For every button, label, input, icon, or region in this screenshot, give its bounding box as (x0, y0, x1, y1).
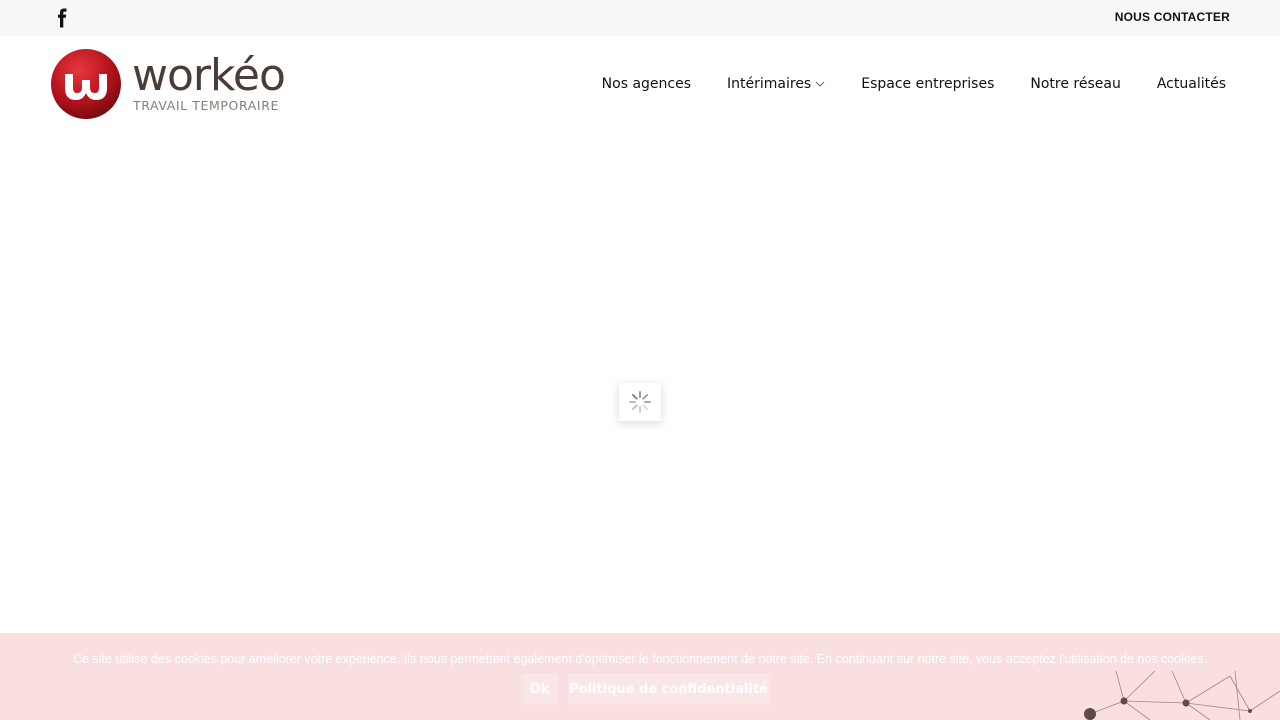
nav-item-label: Espace entreprises (861, 76, 995, 92)
nav-item-actualites[interactable]: Actualités (1157, 76, 1226, 92)
logo-mark-icon (51, 49, 121, 119)
spinner-icon (629, 391, 651, 413)
nav-item-interimaires[interactable]: Intérimaires (727, 76, 825, 92)
cookie-text: Ce site utilise des cookies pour amélior… (73, 652, 1207, 666)
nav-item-nos-agences[interactable]: Nos agences (602, 76, 691, 92)
nav-item-notre-reseau[interactable]: Notre réseau (1030, 76, 1120, 92)
nav-item-label: Nos agences (601, 76, 692, 92)
nav-item-label: Notre réseau (1030, 76, 1121, 92)
nav-item-espace-entreprises[interactable]: Espace entreprises (861, 76, 994, 92)
chevron-down-icon (815, 81, 825, 87)
logo[interactable]: workéo TRAVAIL TEMPORAIRE (50, 48, 286, 120)
privacy-policy-button[interactable]: Politique de confidentialité (568, 674, 769, 705)
nav-item-label: Actualités (1156, 76, 1226, 92)
top-bar: NOUS CONTACTER (0, 0, 1280, 36)
contact-link[interactable]: NOUS CONTACTER (1115, 10, 1230, 24)
cookie-ok-button[interactable]: Ok (521, 674, 558, 705)
main-nav: Nos agences Intérimaires Espace entrepri… (566, 76, 1226, 92)
site-header: workéo TRAVAIL TEMPORAIRE Nos agences In… (0, 36, 1280, 132)
logo-wordmark: workéo (132, 50, 286, 101)
loading-box (619, 383, 661, 421)
logo-subtitle: TRAVAIL TEMPORAIRE (133, 98, 279, 113)
network-decoration-icon (1084, 671, 1280, 720)
nav-item-label: Intérimaires (727, 76, 812, 92)
facebook-icon[interactable] (54, 8, 70, 28)
cookie-banner: Ce site utilise des cookies pour amélior… (0, 633, 1280, 720)
